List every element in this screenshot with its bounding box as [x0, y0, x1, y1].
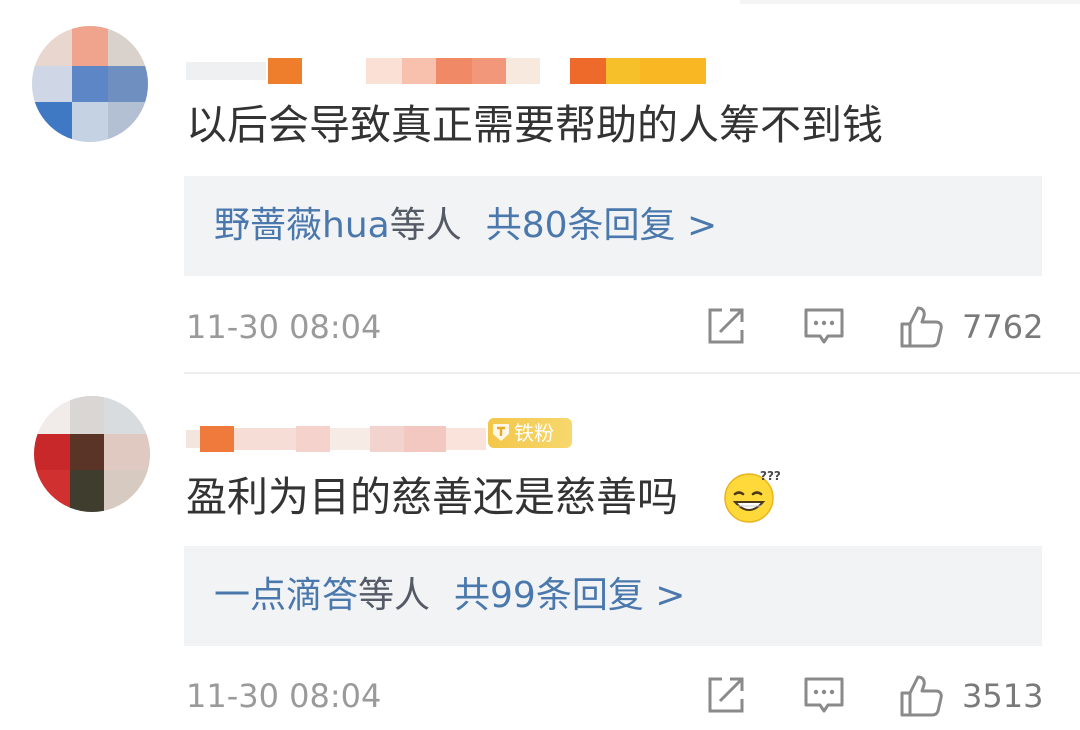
fan-badge-label: 铁粉: [514, 421, 554, 445]
replies-preview[interactable]: 一点滴答等人 共99条回复 >: [184, 546, 1042, 646]
svg-text:???: ???: [760, 469, 780, 483]
comment-text: 盈利为目的慈善还是慈善吗: [186, 473, 678, 521]
comment-item: 以后会导致真正需要帮助的人筹不到钱 野蔷薇hua等人 共80条回复 > 11-30…: [0, 0, 1080, 372]
comment-item: 铁粉 盈利为目的慈善还是慈善吗 ??? 一点滴答等人 共99条回复 > 11-30…: [0, 376, 1080, 730]
confused-grin-emoji-icon: ???: [724, 469, 780, 523]
username-redacted[interactable]: [186, 426, 486, 452]
reply-suffix: 等人: [389, 205, 462, 246]
comment-icon[interactable]: [802, 673, 846, 717]
reply-count-link[interactable]: 共80条回复 >: [486, 205, 717, 246]
reply-user-names[interactable]: 一点滴答: [214, 575, 358, 616]
avatar[interactable]: [34, 396, 150, 512]
fan-badge: 铁粉: [488, 418, 572, 448]
username-redacted[interactable]: [186, 58, 706, 84]
like-count: 3513: [962, 677, 1044, 715]
fan-badge-icon: [493, 424, 509, 441]
comment-text: 以后会导致真正需要帮助的人筹不到钱: [186, 101, 883, 149]
comment-divider: [184, 372, 1080, 374]
like-count: 7762: [962, 308, 1044, 346]
reply-user-names[interactable]: 野蔷薇hua: [214, 205, 390, 246]
thumbs-up-icon[interactable]: [898, 304, 944, 350]
reply-count-link[interactable]: 共99条回复 >: [454, 575, 685, 616]
comment-icon[interactable]: [802, 304, 846, 348]
timestamp: 11-30 08:04: [186, 308, 382, 346]
reply-suffix: 等人: [358, 575, 431, 616]
share-icon[interactable]: [704, 673, 748, 717]
avatar[interactable]: [32, 26, 148, 142]
thumbs-up-icon[interactable]: [898, 673, 944, 719]
share-icon[interactable]: [704, 304, 748, 348]
replies-preview[interactable]: 野蔷薇hua等人 共80条回复 >: [184, 176, 1042, 276]
timestamp: 11-30 08:04: [186, 677, 382, 715]
